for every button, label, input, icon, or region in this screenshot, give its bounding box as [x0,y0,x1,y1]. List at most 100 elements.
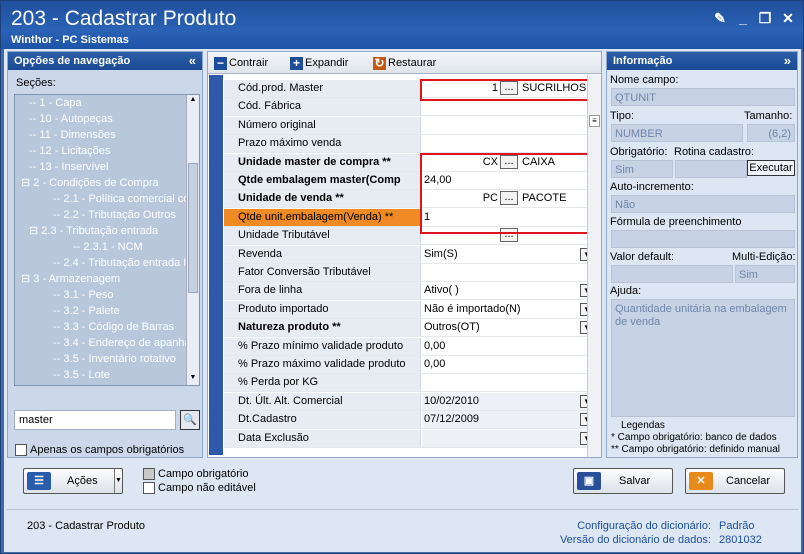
tree-item[interactable]: -- 11 - Dimensões [15,127,199,143]
expand-panel-icon[interactable]: » [784,52,791,70]
tree-item[interactable]: -- 3.5 - Inventário rotativo [15,351,199,367]
help-label: Ajuda: [610,285,642,297]
field-label[interactable]: Fora de linha [224,282,421,300]
field-value[interactable] [422,264,590,281]
field-value[interactable]: Ativo( ) [422,282,590,299]
field-label[interactable]: Qtde unit.embalagem(Venda) ** [224,208,421,226]
field-label[interactable]: Unidade de venda ** [224,190,421,208]
default-label: Valor default: [610,251,675,263]
tree-item[interactable]: -- 3.1 - Peso [15,287,199,303]
actions-button[interactable]: ☰ Ações ▼ [23,468,123,494]
tree-item-label: 3.3 - Código de Barras [63,321,175,333]
tree-item[interactable]: -- 10 - Autopeças [15,111,199,127]
cancel-button[interactable]: ✕ Cancelar [685,468,785,494]
field-label[interactable]: Unidade master de compra ** [224,153,421,171]
sections-label: Seções: [16,77,56,89]
save-button[interactable]: ▣ Salvar [573,468,673,494]
scroll-thumb[interactable]: ≡ [589,115,600,127]
tree-item-label: 2.4 - Tributação entrada In [63,257,193,269]
restore-icon: ↻ [373,55,386,70]
grid-indicator-bar [209,75,223,455]
field-label[interactable]: Unidade Tributável [224,227,421,245]
tree-item[interactable]: -- 3.3 - Código de Barras [15,319,199,335]
field-label[interactable]: Natureza produto ** [224,319,421,337]
save-icon: ▣ [577,472,601,490]
tree-item[interactable]: ⊟ 2 - Condições de Compra [15,175,199,191]
field-value[interactable] [422,429,590,447]
close-icon[interactable]: ✕ [780,10,796,26]
field-value[interactable]: 0,00 [422,338,590,355]
multi-edit-value: Sim [735,265,795,283]
search-icon[interactable]: 🔍 [180,410,200,430]
field-value[interactable]: Sim(S) [422,246,590,263]
field-label[interactable]: Cód. Fábrica [224,98,421,116]
tree-item[interactable]: -- 3.5 - Lote [15,367,199,383]
tree-connector-icon: -- [53,369,64,381]
only-required-checkbox[interactable]: Apenas os campos obrigatórios [15,444,184,457]
field-label[interactable]: Número original [224,116,421,134]
info-header-title: Informação [613,55,673,67]
actions-dropdown-icon[interactable]: ▼ [114,469,122,493]
scroll-down-icon[interactable]: ▼ [188,374,198,384]
edit-window-icon[interactable]: ✎ [712,10,728,26]
field-value[interactable] [422,374,590,391]
tree-item[interactable]: -- 2.4 - Tributação entrada In [15,255,199,271]
field-label[interactable]: Dt.Cadastro [224,411,421,429]
field-label[interactable]: % Perda por KG [224,374,421,392]
scroll-up-icon[interactable]: ▲ [188,96,198,106]
execute-button[interactable]: Executar [747,160,795,176]
tree-connector-icon: -- [29,97,40,109]
expand-button[interactable]: + Expandir [290,55,348,71]
field-label[interactable]: % Prazo mínimo validade produto [224,337,421,355]
tree-connector-icon: -- [53,305,64,317]
tree-item[interactable]: -- 12 - Licitações [15,143,199,159]
tree-scroll-thumb[interactable] [188,163,198,293]
collapse-button[interactable]: − Contrair [214,55,268,71]
grid-row: Dt. Últ. Alt. Comercial10/02/2010▼ [224,392,596,411]
field-value[interactable]: Não é importado(N) [422,301,590,318]
field-value[interactable]: 0,00 [422,356,590,373]
field-label[interactable]: Produto importado [224,300,421,318]
minimize-icon[interactable]: _ [735,10,751,26]
grid-row: Fora de linhaAtivo( )▼ [224,282,596,301]
field-label[interactable]: Prazo máximo venda [224,135,421,153]
field-label[interactable]: Qtde embalagem master(Comp [224,172,421,189]
fields-panel: − Contrair + Expandir ↻ Restaurar Cód.prod.… [207,51,602,458]
tree-item[interactable]: -- 2.1 - Política comercial comp [15,191,199,207]
maximize-icon[interactable]: ❐ [757,10,773,26]
tree-item[interactable]: -- 13 - Inservível [15,159,199,175]
tree-item[interactable]: -- 2.2 - Tributação Outros [15,207,199,223]
tree-item[interactable]: -- 2.3.1 - NCM [15,239,199,255]
field-label[interactable]: Fator Conversão Tributável [224,264,421,281]
field-label[interactable]: Data Exclusão [224,429,421,447]
routine-label: Rotina cadastro: [674,146,755,158]
field-value[interactable] [422,135,590,152]
tree-item-label: 3.2 - Palete [63,305,120,317]
tree-connector-icon: ⊟ [21,177,34,189]
grid-row: % Prazo mínimo validade produto 0,00 [224,337,596,356]
field-value[interactable]: 07/12/2009 [422,411,590,429]
search-input[interactable]: master [14,410,176,430]
tree-connector-icon: -- [29,161,40,173]
tree-item-label: 2.3.1 - NCM [83,241,143,253]
field-label[interactable]: Revenda [224,245,421,263]
field-value[interactable]: 10/02/2010 [422,392,590,410]
tree-scrollbar[interactable]: ▲ ▼ [186,95,199,385]
field-value[interactable] [422,117,590,134]
actions-icon: ☰ [27,472,51,490]
grid-scrollbar[interactable]: ≡ [587,75,601,457]
field-label[interactable]: Dt. Últ. Alt. Comercial [224,392,421,410]
field-label[interactable]: Cód.prod. Master [224,80,421,97]
tree-item[interactable]: ⊟ 2.3 - Tributação entrada [15,223,199,239]
field-label[interactable]: % Prazo máximo validade produto [224,356,421,373]
tree-item[interactable]: ⊟ 3 - Armazenagem [15,271,199,287]
restore-button[interactable]: ↻ Restaurar [373,55,436,71]
tree-item[interactable]: -- 3.2 - Palete [15,303,199,319]
tree-item[interactable]: -- 3.4 - Endereço de apanha [15,335,199,351]
tree-item-label: 2.3 - Tributação entrada [41,225,159,237]
size-value: (6,2) [747,124,795,142]
field-value[interactable]: Outros(OT) [422,319,590,336]
section-tree: -- 1 - Capa -- 10 - Autopeças -- 11 - Dime… [14,94,200,386]
collapse-panel-icon[interactable]: « [189,52,196,70]
tree-item[interactable]: -- 1 - Capa [15,95,199,111]
